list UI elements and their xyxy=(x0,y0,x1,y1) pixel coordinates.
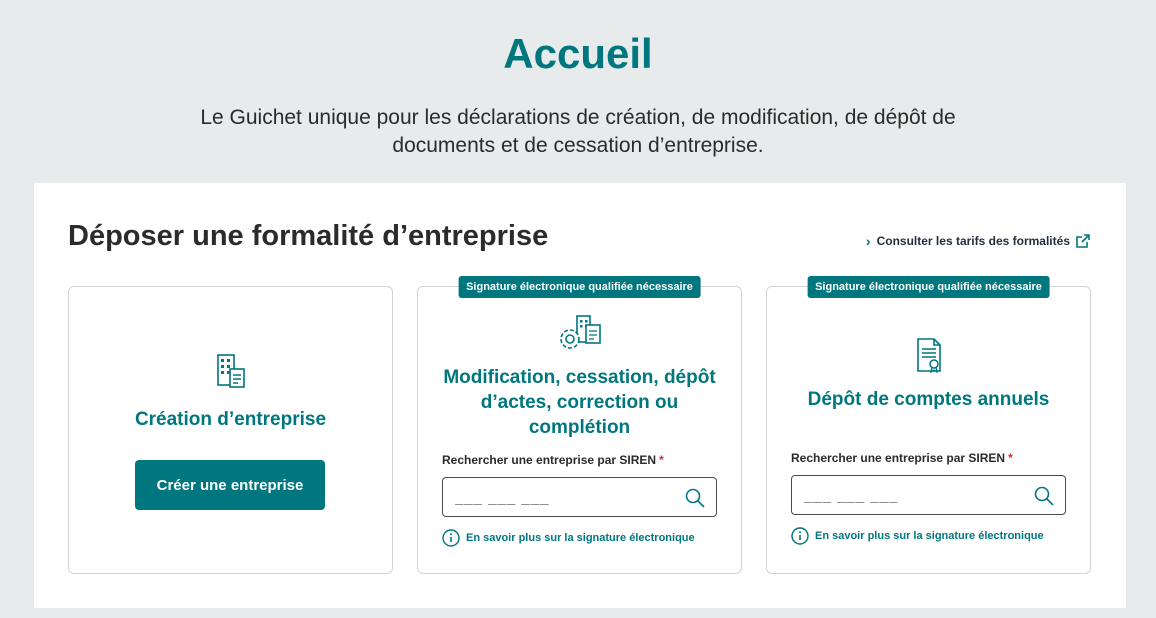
tarifs-link[interactable]: › Consulter les tarifs des formalités xyxy=(866,233,1090,249)
siren-label: Rechercher une entreprise par SIREN * xyxy=(442,453,664,467)
search-icon[interactable] xyxy=(1033,485,1055,507)
card-creation: Création d’entreprise Créer une entrepri… xyxy=(68,286,393,574)
gear-building-icon xyxy=(559,315,601,349)
tarifs-link-label: Consulter les tarifs des formalités xyxy=(876,234,1070,248)
siren-input[interactable] xyxy=(455,486,675,508)
signature-badge: Signature électronique qualifiée nécessa… xyxy=(807,276,1050,298)
signature-info-label: En savoir plus sur la signature électron… xyxy=(466,532,695,544)
page-subtitle: Le Guichet unique pour les déclarations … xyxy=(200,106,956,157)
signature-badge: Signature électronique qualifiée nécessa… xyxy=(458,276,701,298)
formalites-panel: Déposer une formalité d’entreprise › Con… xyxy=(34,183,1126,608)
page-title: Accueil xyxy=(503,30,653,77)
create-company-button[interactable]: Créer une entreprise xyxy=(135,460,325,510)
section-title: Déposer une formalité d’entreprise xyxy=(68,220,549,252)
required-marker: * xyxy=(1008,451,1013,465)
card-creation-title: Création d’entreprise xyxy=(134,409,327,430)
certificate-document-icon xyxy=(916,338,941,373)
signature-info-link[interactable]: En savoir plus sur la signature électron… xyxy=(442,529,695,547)
search-icon[interactable] xyxy=(684,487,706,509)
siren-label-text: Rechercher une entreprise par SIREN xyxy=(791,451,1006,465)
card-comptes: Signature électronique qualifiée nécessa… xyxy=(766,276,1091,574)
siren-search-box xyxy=(791,475,1066,515)
siren-label: Rechercher une entreprise par SIREN * xyxy=(791,451,1013,465)
siren-input[interactable] xyxy=(804,484,1024,506)
info-icon xyxy=(442,529,460,547)
card-modification: Signature électronique qualifiée nécessa… xyxy=(417,276,742,574)
external-link-icon xyxy=(1076,234,1090,248)
chevron-right-icon: › xyxy=(865,233,871,249)
card-modification-title: Modification, cessation, dépôt d’actes, … xyxy=(443,367,716,438)
card-comptes-title: Dépôt de comptes annuels xyxy=(807,389,1050,410)
building-document-icon xyxy=(216,354,245,388)
required-marker: * xyxy=(659,453,664,467)
info-icon xyxy=(791,527,809,545)
signature-info-link[interactable]: En savoir plus sur la signature électron… xyxy=(791,527,1044,545)
siren-label-text: Rechercher une entreprise par SIREN xyxy=(442,453,657,467)
signature-info-label: En savoir plus sur la signature électron… xyxy=(815,530,1044,542)
siren-search-box xyxy=(442,477,717,517)
